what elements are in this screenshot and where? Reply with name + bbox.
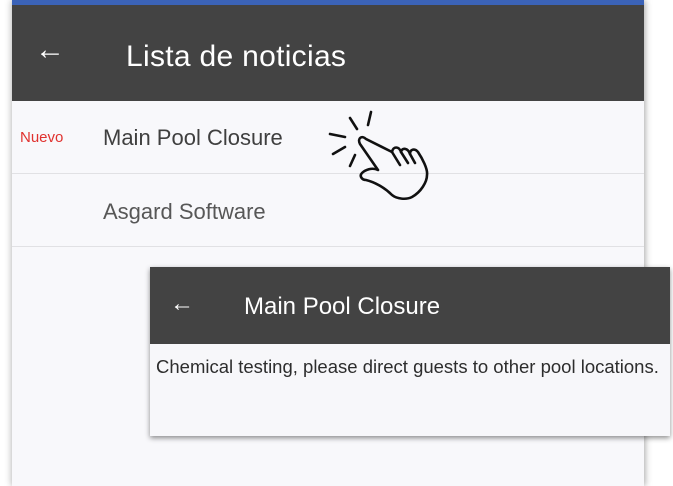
detail-title: Main Pool Closure bbox=[244, 293, 441, 320]
detail-app-bar: ← Main Pool Closure bbox=[150, 267, 670, 344]
list-item-title: Asgard Software bbox=[103, 199, 266, 224]
app-bar: ← Lista de noticias bbox=[12, 5, 644, 101]
list-item-title: Main Pool Closure bbox=[103, 125, 283, 150]
arrow-left-icon[interactable]: ← bbox=[170, 291, 194, 317]
arrow-left-icon[interactable]: ← bbox=[35, 35, 65, 65]
detail-body-text: Chemical testing, please direct guests t… bbox=[156, 356, 659, 377]
new-badge: Nuevo bbox=[20, 129, 64, 146]
tap-hand-icon bbox=[328, 110, 429, 201]
page-title: Lista de noticias bbox=[126, 40, 347, 73]
news-detail-card: ← Main Pool Closure Chemical testing, pl… bbox=[150, 267, 670, 436]
